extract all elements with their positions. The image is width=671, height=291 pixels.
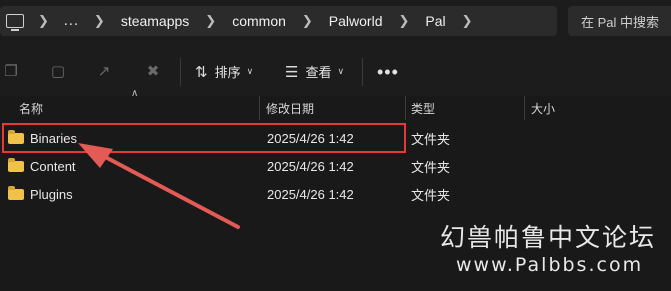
chevron-right-icon[interactable]: ❯ xyxy=(80,13,119,29)
column-header-name[interactable]: 名称 xyxy=(19,96,43,120)
breadcrumb-overflow[interactable]: … xyxy=(63,12,80,30)
column-divider[interactable] xyxy=(524,96,525,120)
toolbar-divider xyxy=(180,58,181,86)
folder-icon xyxy=(8,185,24,200)
watermark-url: www.Palbbs.com xyxy=(456,254,644,276)
paste-icon[interactable]: ❐ xyxy=(2,63,20,81)
column-header-modified[interactable]: 修改日期 xyxy=(266,96,314,120)
file-name: Content xyxy=(30,158,76,174)
more-options-button[interactable]: ••• xyxy=(377,62,399,83)
sort-label: 排序 xyxy=(214,65,241,80)
file-row-plugins[interactable]: Plugins 2025/4/26 1:42 文件夹 xyxy=(0,180,671,208)
breadcrumb-common[interactable]: common xyxy=(230,13,288,29)
search-input[interactable]: 在 Pal 中搜索 xyxy=(568,6,671,36)
file-name: Plugins xyxy=(30,186,73,202)
chevron-down-icon: ∨ xyxy=(246,66,254,76)
sort-button[interactable]: ⇅ 排序 ∨ xyxy=(195,62,253,81)
address-bar[interactable]: ❯ … ❯ steamapps ❯ common ❯ Palworld ❯ Pa… xyxy=(0,6,557,36)
type-cell: 文件夹 xyxy=(411,187,451,203)
chevron-right-icon[interactable]: ❯ xyxy=(288,13,327,29)
chevron-right-icon[interactable]: ❯ xyxy=(191,13,230,29)
sort-ascending-icon: ∧ xyxy=(131,88,139,99)
breadcrumb-palworld[interactable]: Palworld xyxy=(327,13,385,29)
this-pc-icon[interactable] xyxy=(6,14,24,31)
modified-cell: 2025/4/26 1:42 xyxy=(267,186,354,202)
column-divider[interactable] xyxy=(405,96,406,120)
chevron-right-icon[interactable]: ❯ xyxy=(448,13,487,29)
share-icon[interactable]: ↗ xyxy=(95,63,113,81)
folder-icon xyxy=(8,157,24,172)
column-divider[interactable] xyxy=(259,96,260,120)
name-cell: Plugins xyxy=(8,180,73,208)
name-cell: Content xyxy=(8,152,76,180)
modified-cell: 2025/4/26 1:42 xyxy=(267,158,354,174)
rename-icon[interactable]: ▢ xyxy=(49,63,67,81)
toolbar-divider xyxy=(362,58,363,86)
delete-icon[interactable]: ✖ xyxy=(144,63,162,81)
view-button[interactable]: ☰ 查看 ∨ xyxy=(285,62,344,81)
chevron-down-icon: ∨ xyxy=(337,66,345,76)
view-label: 查看 xyxy=(305,65,332,80)
type-cell: 文件夹 xyxy=(411,159,451,175)
file-row-content[interactable]: Content 2025/4/26 1:42 文件夹 xyxy=(0,152,671,180)
chevron-right-icon[interactable]: ❯ xyxy=(385,13,424,29)
column-header-type[interactable]: 类型 xyxy=(411,96,435,120)
view-icon: ☰ xyxy=(285,63,299,81)
column-header-size[interactable]: 大小 xyxy=(531,96,555,120)
highlight-box xyxy=(2,123,406,153)
breadcrumb-steamapps[interactable]: steamapps xyxy=(119,13,191,29)
chevron-right-icon[interactable]: ❯ xyxy=(24,13,63,29)
type-cell: 文件夹 xyxy=(411,131,451,147)
breadcrumb-pal[interactable]: Pal xyxy=(423,13,447,29)
watermark-title: 幻兽帕鲁中文论坛 xyxy=(440,223,657,252)
sort-icon: ⇅ xyxy=(195,63,208,81)
